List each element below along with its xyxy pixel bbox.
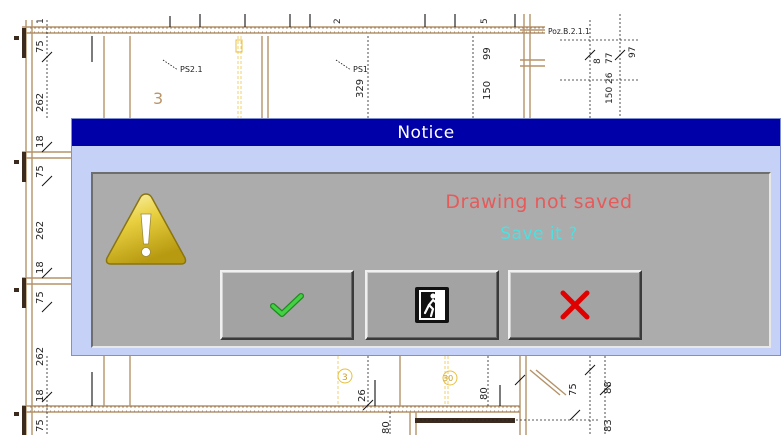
- notice-dialog: Notice Drawing not saved Save it ?: [71, 118, 781, 356]
- dim-75: 75: [35, 291, 46, 304]
- dim-262: 262: [35, 221, 46, 240]
- dialog-title: Notice: [397, 122, 455, 143]
- dim-99: 99: [482, 47, 493, 60]
- ps21-label: PS2.1: [180, 65, 203, 74]
- top-dim: 1: [36, 18, 46, 24]
- dialog-content-panel: Drawing not saved Save it ?: [91, 172, 771, 348]
- top-dim: 2: [333, 18, 343, 24]
- dim-77: 77: [605, 53, 615, 64]
- dim-26: 26: [357, 389, 368, 402]
- axis-marker: 30: [443, 374, 453, 383]
- message-save-prompt: Save it ?: [500, 224, 578, 244]
- top-dim: 5: [480, 18, 490, 24]
- no-button[interactable]: [508, 270, 642, 340]
- dim-262: 262: [35, 347, 46, 366]
- dim-18: 18: [35, 135, 46, 148]
- dim-80: 80: [479, 387, 490, 400]
- dim-97: 97: [628, 47, 638, 58]
- dim-262: 262: [35, 93, 46, 112]
- emergency-exit-icon: [415, 287, 449, 323]
- dim-75: 75: [568, 383, 579, 396]
- dim-329: 329: [355, 79, 366, 98]
- ps1-label: PS1: [353, 65, 368, 74]
- red-x-icon: [560, 290, 590, 320]
- dim-150: 150: [482, 81, 493, 100]
- dim-150-26: 150 26: [605, 72, 615, 104]
- dim-75: 75: [35, 40, 46, 53]
- yes-button[interactable]: [220, 270, 354, 340]
- axis-marker: 3: [342, 373, 348, 383]
- dim-88: 88: [603, 381, 614, 394]
- exit-button[interactable]: [365, 270, 499, 340]
- dim-18: 18: [35, 261, 46, 274]
- room-number: 3: [153, 89, 163, 108]
- dim-18: 18: [35, 389, 46, 402]
- dim-83: 83: [603, 419, 614, 432]
- dialog-title-bar[interactable]: Notice: [72, 119, 780, 146]
- dim-80: 80: [381, 421, 392, 434]
- checkmark-icon: [270, 293, 304, 317]
- poz-label: Poz.B.2.1.1: [548, 27, 590, 36]
- dim-75: 75: [35, 419, 46, 432]
- message-drawing-not-saved: Drawing not saved: [445, 191, 633, 213]
- dim-75: 75: [35, 165, 46, 178]
- dim-8: 8: [593, 58, 603, 64]
